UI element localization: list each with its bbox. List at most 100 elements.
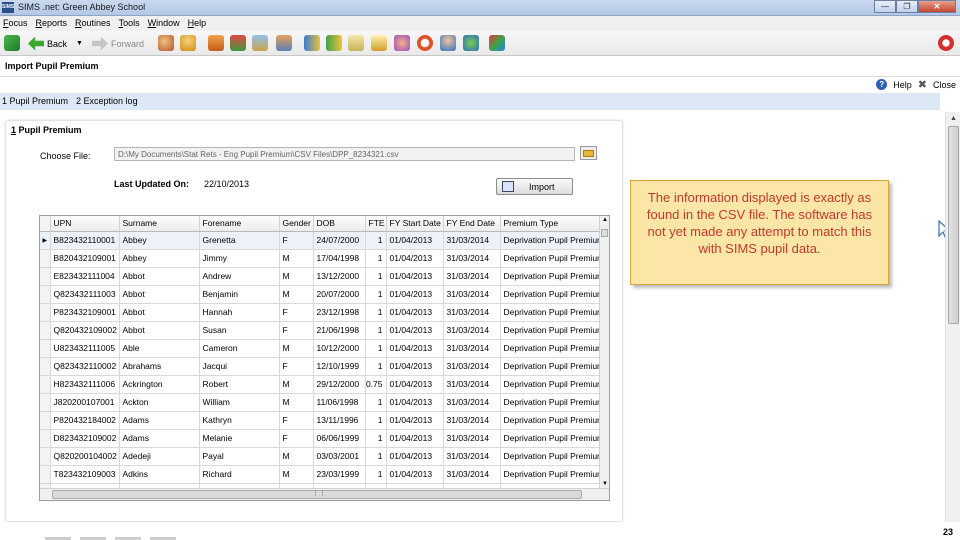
row-header[interactable] — [40, 393, 51, 412]
cell-premium-type[interactable]: Deprivation Pupil Premium — [500, 357, 601, 376]
cell-upn[interactable]: Q820200104002 — [50, 447, 120, 466]
cell-premium-type[interactable]: Deprivation Pupil Premium — [500, 465, 601, 484]
page-scroll-thumb[interactable] — [948, 126, 959, 324]
cell-forename[interactable]: Grenetta — [199, 231, 280, 250]
menu-help[interactable]: Help — [185, 16, 212, 31]
cell-gender[interactable]: F — [279, 357, 314, 376]
cell-dob[interactable]: 12/10/1999 — [313, 357, 366, 376]
cell-gender[interactable]: F — [279, 303, 314, 322]
cell-fy-start-date[interactable]: 01/04/2013 — [386, 411, 444, 430]
restore-icon[interactable]: ❐ — [896, 0, 918, 13]
person-icon[interactable] — [180, 35, 196, 51]
row-header[interactable] — [40, 465, 51, 484]
cell-fy-end-date[interactable]: 31/03/2014 — [443, 267, 501, 286]
cell-upn[interactable]: Q820432109002 — [50, 321, 120, 340]
cell-fte[interactable]: 1 — [365, 357, 387, 376]
cell-fte[interactable]: 1 — [365, 231, 387, 250]
cell-upn[interactable]: P820432184002 — [50, 411, 120, 430]
reports-book-icon[interactable] — [304, 35, 320, 51]
cell-fy-end-date[interactable]: 31/03/2014 — [443, 447, 501, 466]
grid-horizontal-scrollbar[interactable]: ⋮⋮ — [40, 488, 609, 500]
cell-fy-end-date[interactable]: 31/03/2014 — [443, 429, 501, 448]
cell-upn[interactable]: Q823432111003 — [50, 285, 120, 304]
import-button[interactable]: Import — [496, 178, 573, 195]
row-header[interactable] — [40, 339, 51, 358]
cell-upn[interactable]: Q823432110002 — [50, 357, 120, 376]
cell-dob[interactable]: 06/06/1999 — [313, 429, 366, 448]
cell-fte[interactable]: 1 — [365, 447, 387, 466]
column-header-gender[interactable]: Gender — [279, 216, 314, 232]
group-icon[interactable] — [394, 35, 410, 51]
row-header[interactable] — [40, 267, 51, 286]
file-path-input[interactable] — [114, 147, 575, 161]
cell-fte[interactable]: 1 — [365, 249, 387, 268]
cell-dob[interactable]: 23/12/1998 — [313, 303, 366, 322]
cell-dob[interactable]: 23/03/1999 — [313, 465, 366, 484]
cell-gender[interactable]: M — [279, 249, 314, 268]
cell-gender[interactable]: F — [279, 411, 314, 430]
table-row[interactable]: Q823432111003 Abbot Benjamin M 20/07/2000 1 01… — [40, 285, 601, 304]
row-header[interactable] — [40, 447, 51, 466]
column-header-upn[interactable]: UPN — [50, 216, 120, 232]
help-icon[interactable]: ? — [876, 79, 888, 90]
cell-forename[interactable]: Susan — [199, 321, 280, 340]
cell-fy-start-date[interactable]: 01/04/2013 — [386, 357, 444, 376]
cell-gender[interactable]: M — [279, 339, 314, 358]
cell-dob[interactable]: 29/12/2000 — [313, 375, 366, 394]
cell-forename[interactable]: Melanie — [199, 429, 280, 448]
cell-gender[interactable]: M — [279, 393, 314, 412]
cell-forename[interactable]: Andrew — [199, 267, 280, 286]
cell-upn[interactable]: E823432111004 — [50, 267, 120, 286]
column-header-fy-end-date[interactable]: FY End Date — [443, 216, 501, 232]
cell-upn[interactable]: T823432109003 — [50, 465, 120, 484]
cell-fte[interactable]: 1 — [365, 267, 387, 286]
cell-forename[interactable]: Kathryn — [199, 411, 280, 430]
assessment-book-icon[interactable] — [326, 35, 342, 51]
cell-fte[interactable]: 1 — [365, 285, 387, 304]
cell-forename[interactable]: Jacqui — [199, 357, 280, 376]
cell-fy-end-date[interactable]: 31/03/2014 — [443, 465, 501, 484]
cell-fy-end-date[interactable]: 31/03/2014 — [443, 339, 501, 358]
page-scroll-up-icon[interactable]: ▲ — [950, 115, 957, 122]
table-row[interactable]: Q820200104002 Adedeji Payal M 03/03/2001 1 01/… — [40, 447, 601, 466]
page-vertical-scrollbar[interactable]: ▲ — [945, 112, 960, 522]
refresh-icon[interactable] — [4, 35, 20, 51]
cell-premium-type[interactable]: Deprivation Pupil Premium — [500, 303, 601, 322]
help-link[interactable]: Help — [893, 80, 912, 90]
cell-premium-type[interactable]: Deprivation Pupil Premium — [500, 339, 601, 358]
cell-forename[interactable]: Richard — [199, 465, 280, 484]
cell-fy-start-date[interactable]: 01/04/2013 — [386, 375, 444, 394]
row-header[interactable] — [40, 321, 51, 340]
column-header-premium-type[interactable]: Premium Type — [500, 216, 601, 232]
cell-premium-type[interactable]: Deprivation Pupil Premium — [500, 447, 601, 466]
cell-fy-start-date[interactable]: 01/04/2013 — [386, 249, 444, 268]
cell-gender[interactable]: F — [279, 321, 314, 340]
cell-fy-end-date[interactable]: 31/03/2014 — [443, 303, 501, 322]
staff-icon[interactable] — [276, 35, 292, 51]
table-row[interactable]: Q820432109002 Abbot Susan F 21/06/1998 1 01/04… — [40, 321, 601, 340]
cell-gender[interactable]: F — [279, 429, 314, 448]
row-header[interactable] — [40, 411, 51, 430]
cell-fy-end-date[interactable]: 31/03/2014 — [443, 411, 501, 430]
table-row[interactable]: Q823432110002 Abrahams Jacqui F 12/10/1999 1 0… — [40, 357, 601, 376]
cell-gender[interactable]: M — [279, 465, 314, 484]
window-close-icon[interactable]: ✕ — [918, 0, 956, 13]
menu-tools[interactable]: Tools — [116, 16, 145, 31]
cell-premium-type[interactable]: Deprivation Pupil Premium — [500, 393, 601, 412]
cell-surname[interactable]: Abbot — [119, 303, 200, 322]
cell-premium-type[interactable]: Deprivation Pupil Premium — [500, 429, 601, 448]
cell-fte[interactable]: 1 — [365, 303, 387, 322]
cell-gender[interactable]: F — [279, 231, 314, 250]
table-row[interactable]: J820200107001 Ackton William M 11/06/1998 1 01… — [40, 393, 601, 412]
row-header[interactable] — [40, 375, 51, 394]
cell-forename[interactable]: Benjamin — [199, 285, 280, 304]
menu-window[interactable]: Window — [145, 16, 185, 31]
column-header-fy-start-date[interactable]: FY Start Date — [386, 216, 444, 232]
row-header[interactable] — [40, 285, 51, 304]
table-row[interactable]: P820432184002 Adams Kathryn F 13/11/1996 1 01/… — [40, 411, 601, 430]
cell-fte[interactable]: 1 — [365, 411, 387, 430]
table-row[interactable]: U823432111005 Able Cameron M 10/12/2000 1 01/0… — [40, 339, 601, 358]
cell-surname[interactable]: Abbot — [119, 285, 200, 304]
pupil-data-grid[interactable]: UPN Surname Forename Gender DOB FTE FY Start D… — [39, 215, 610, 501]
cell-surname[interactable]: Abbot — [119, 321, 200, 340]
